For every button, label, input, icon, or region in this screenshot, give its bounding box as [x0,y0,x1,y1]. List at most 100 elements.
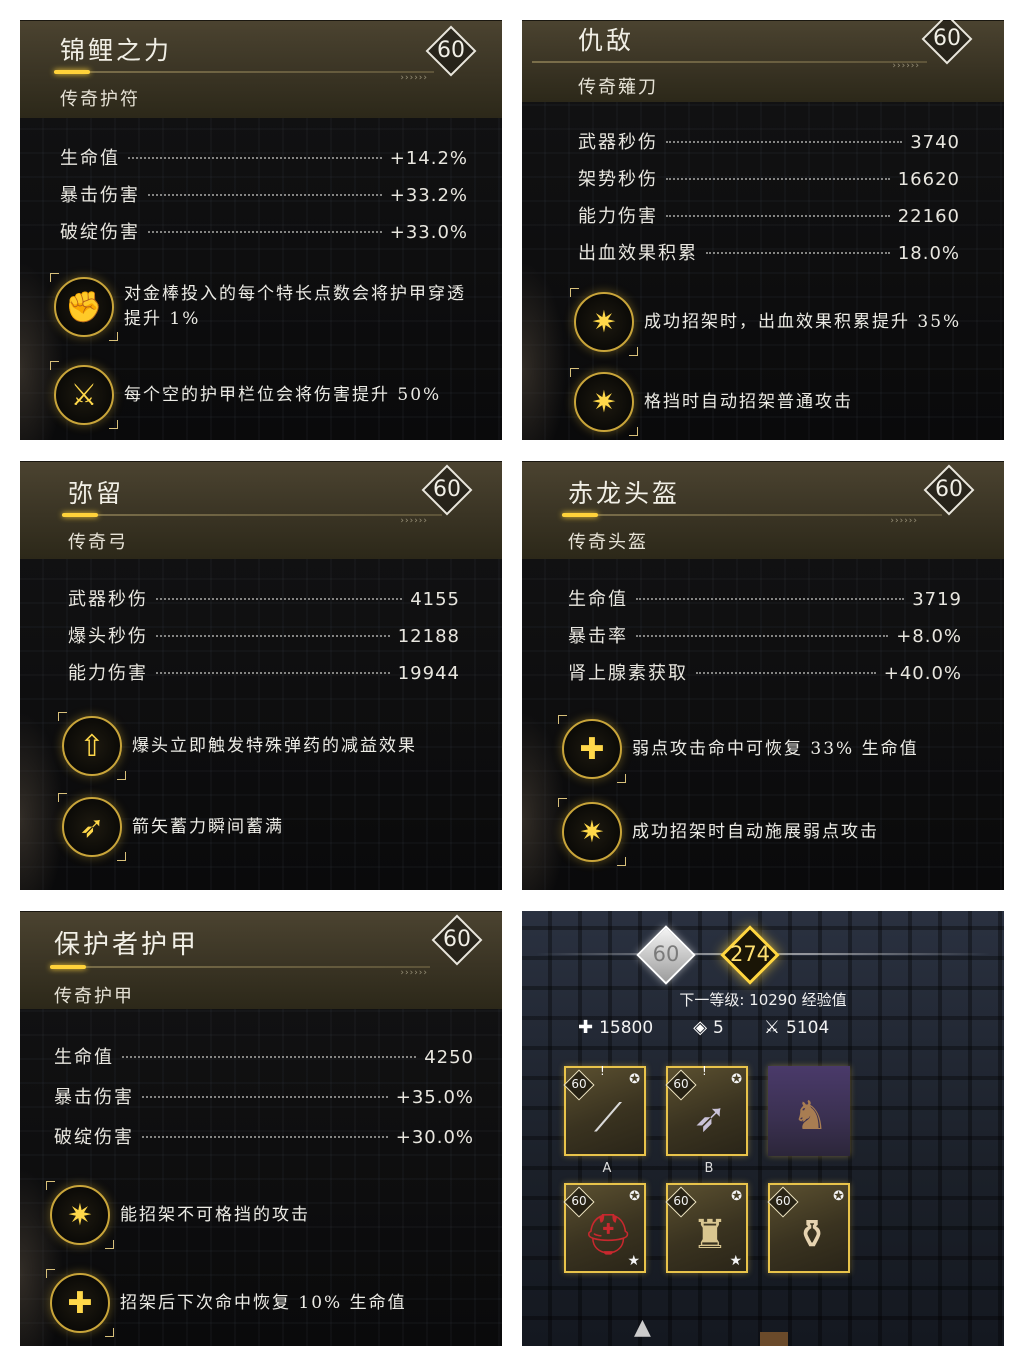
level-badge: 60 [431,914,483,966]
stat-row: 爆头秒伤 12188 [68,626,460,647]
perk: ✷ 能招架不可格挡的攻击 [46,1181,482,1249]
item-card-naginata: 仇敌 ›››››› 传奇薙刀 60 武器秒伤 3740 架势秒伤 16620 能力伤… [522,20,1004,440]
item-type: 传奇头盔 [568,532,648,553]
chevrons-icon: ›››››› [400,516,428,526]
perk: ✚ 弱点攻击命中可恢复 33% 生命值 [558,715,984,783]
gear-slot-helmet[interactable]: 60 ✪ ⛑ ★ [563,1183,646,1273]
item-card-armor: 保护者护甲 ›››››› 传奇护甲 60 生命值 4250 暴击伤害 +35.0% … [20,911,502,1346]
progress-bar [532,61,927,63]
level-header: 60 274 [522,917,1004,989]
perk: ✚ 招架后下次命中恢复 10% 生命值 [46,1269,482,1337]
stat-row: 能力伤害 22160 [578,206,960,227]
parry-burst-icon: ✷ [46,1181,114,1249]
spear-icon: ▲ [634,1315,651,1340]
level-badge: 60 [421,464,473,516]
stat-row: 能力伤害 19944 [68,663,460,684]
progress-bar [54,70,434,74]
clan-crest-icon: ✪ [833,1189,844,1204]
item-title: 仇敌 [578,26,635,55]
progress-bar [562,513,942,517]
stat-row: 肾上腺素获取 +40.0% [568,663,962,684]
new-item-icon: ! [702,1064,707,1078]
attack-stat: ⚔ 5104 [763,1017,830,1038]
level-badge: 60 [923,464,975,516]
star-icon: ★ [729,1253,742,1269]
perk: ✷ 成功招架时自动施展弱点攻击 [558,798,984,866]
clan-crest-icon: ✪ [731,1072,742,1087]
horse-icon: ♞ [792,1093,828,1139]
health-stat: ✚ 15800 [578,1017,654,1038]
stat-row: 生命值 3719 [568,589,962,610]
perk: ✷ 格挡时自动招架普通攻击 [570,368,984,436]
progress-bar [50,965,430,969]
chevrons-icon: ›››››› [892,61,920,71]
stat-row: 破绽伤害 +30.0% [54,1127,474,1148]
charm-icon: ⚱ [795,1212,829,1258]
heal-plus-icon: ✚ [558,715,626,783]
perk: ✷ 成功招架时，出血效果积累提升 35% [570,288,984,356]
next-level-xp: 下一等级: 10290 经验值 [679,991,847,1009]
level-badge: 60 [921,20,973,65]
bow-arrows-icon: ➶ [58,793,126,861]
stat-row: 武器秒伤 4155 [68,589,460,610]
gear-slot-weapon-b[interactable]: ! 60 ✪ ➶ B [665,1064,748,1176]
item-card-bow: 弥留 ›››››› 传奇弓 60 武器秒伤 4155 爆头秒伤 12188 能力伤害… [20,461,502,890]
stat-row: 暴击率 +8.0% [568,626,962,647]
stat-row: 暴击伤害 +33.2% [60,185,468,206]
stat-row: 武器秒伤 3740 [578,132,960,153]
item-title: 保护者护甲 [54,930,200,960]
new-item-icon: ! [600,1064,605,1078]
chevrons-icon: ›››››› [400,968,428,978]
ammo-upgrade-icon: ⇧ [58,712,126,780]
item-card-helmet: 赤龙头盔 ›››››› 传奇头盔 60 生命值 3719 暴击率 +8.0% 肾上腺… [522,461,1004,890]
parry-burst-icon: ✷ [558,798,626,866]
gear-slot-weapon-a[interactable]: ! 60 ✪ ⟋ A [563,1064,646,1176]
resolve-stat: ◈ 5 [693,1017,724,1038]
perk: ➶ 箭矢蓄力瞬间蓄满 [58,793,482,861]
chevrons-icon: ›››››› [400,73,428,83]
chest-icon [760,1332,788,1346]
item-title: 弥留 [68,479,125,508]
diamond-icon: ◈ [693,1017,708,1038]
stat-row: 生命值 +14.2% [60,148,468,169]
clan-crest-icon: ✪ [629,1072,640,1087]
gear-slot-armor[interactable]: 60 ✪ ♜ ★ [665,1183,748,1273]
heal-plus-icon: ✚ [46,1269,114,1337]
progress-bar [62,513,442,517]
stat-row: 暴击伤害 +35.0% [54,1087,474,1108]
chevrons-icon: ›››››› [890,516,918,526]
bow-icon: ➶ [693,1095,727,1141]
perk: ⇧ 爆头立即触发特殊弹药的减益效果 [58,712,482,780]
stat-row: 出血效果积累 18.0% [578,243,960,264]
parry-burst-icon: ✷ [570,288,638,356]
stat-row: 破绽伤害 +33.0% [60,222,468,243]
item-card-charm: 锦鲤之力 ›››››› 传奇护符 60 生命值 +14.2% 暴击伤害 +33.2%… [20,20,502,440]
level-badge: 60 [425,25,477,77]
stat-row: 架势秒伤 16620 [578,169,960,190]
stat-row: 生命值 4250 [54,1047,474,1068]
item-type: 传奇弓 [68,532,128,553]
star-icon: ★ [627,1253,640,1269]
perk: ✊ 对金棒投入的每个特长点数会将护甲穿透提升 1% [50,273,482,341]
naginata-icon: ⟋ [594,1095,622,1141]
clan-crest-icon: ✪ [629,1189,640,1204]
gear-slot-charm[interactable]: 60 ✪ ⚱ [767,1183,850,1273]
item-type: 传奇护甲 [54,986,134,1007]
gold-fist-icon: ✊ [50,273,118,341]
gear-score-badge: 274 [720,925,780,985]
health-cross-icon: ✚ [578,1017,594,1038]
gear-slot-horse[interactable]: ♞ [768,1066,850,1156]
clan-crest-icon: ✪ [731,1189,742,1204]
item-type: 传奇护符 [60,89,140,110]
item-title: 锦鲤之力 [60,36,173,65]
perk: ⚔ 每个空的护甲栏位会将伤害提升 50% [50,361,482,429]
parry-burst-icon: ✷ [570,368,638,436]
crossed-swords-icon: ⚔ [763,1017,780,1038]
character-level-badge: 60 [636,925,696,985]
item-type: 传奇薙刀 [578,77,658,98]
card-header: 保护者护甲 ›››››› 传奇护甲 [20,911,502,1009]
character-gear-panel: 60 274 下一等级: 10290 经验值 ✚ 15800 ◈ 5 ⚔ 5104 !… [522,911,1004,1346]
character-stats: ✚ 15800 ◈ 5 ⚔ 5104 [578,1017,964,1038]
item-title: 赤龙头盔 [568,479,681,508]
crossed-swords-icon: ⚔ [50,361,118,429]
